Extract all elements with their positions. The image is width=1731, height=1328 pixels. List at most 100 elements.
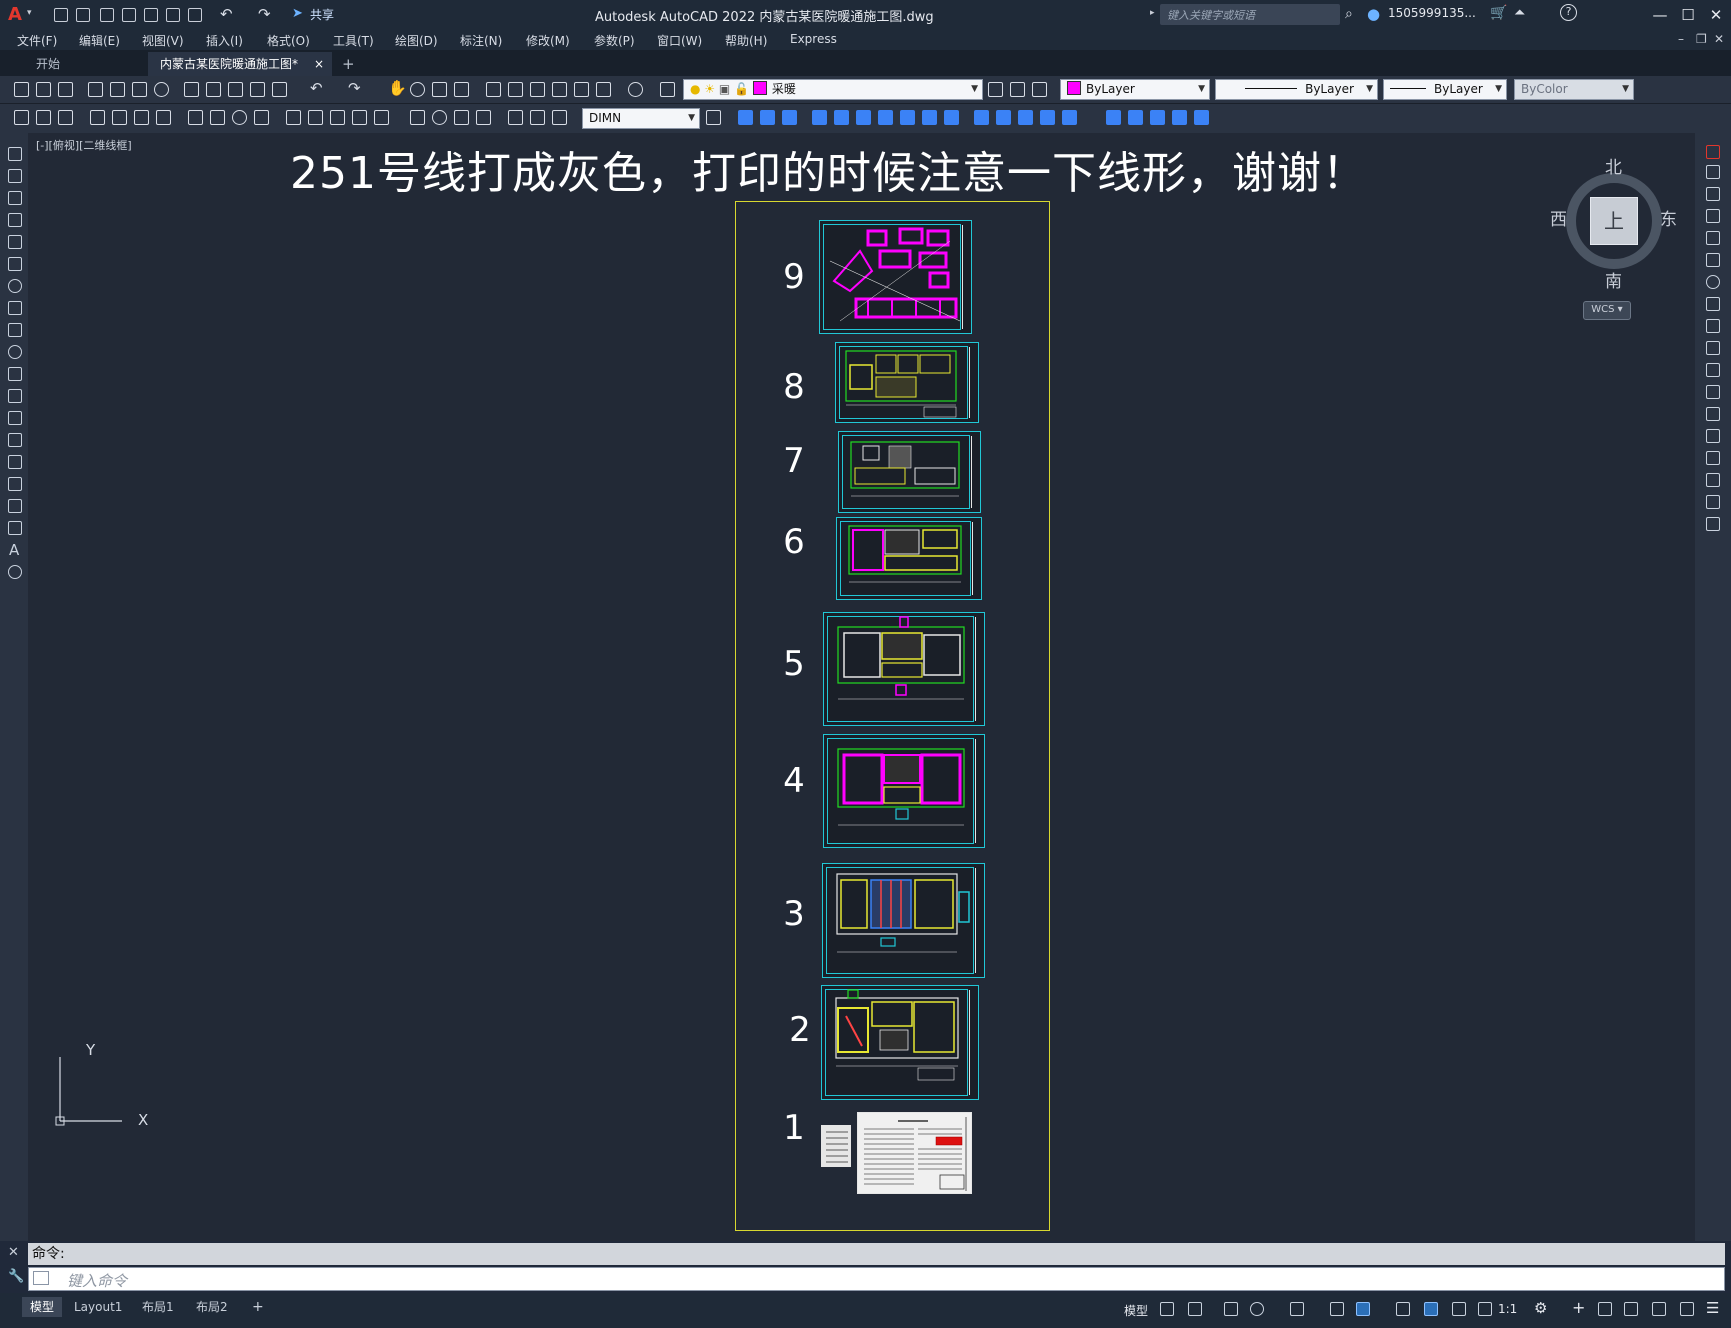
doc-restore-icon[interactable]: ❐ bbox=[1696, 32, 1707, 46]
help-icon[interactable]: ? bbox=[1560, 4, 1577, 21]
drawing-sheet-9[interactable] bbox=[819, 220, 972, 334]
dimension-style-dropdown[interactable]: DIMN ▼ bbox=[582, 108, 700, 129]
user-icon[interactable]: ● bbox=[1367, 5, 1380, 23]
command-close-icon[interactable]: ✕ bbox=[8, 1245, 19, 1260]
new-tab-button[interactable]: + bbox=[330, 52, 367, 76]
baseline-dimension-icon[interactable] bbox=[308, 110, 323, 125]
layer-previous-icon[interactable] bbox=[1010, 82, 1025, 97]
compass-north[interactable]: 北 bbox=[1605, 153, 1622, 178]
menu-format[interactable]: 格式(O) bbox=[267, 32, 310, 49]
layer-states-icon[interactable] bbox=[1032, 82, 1047, 97]
line-icon[interactable] bbox=[8, 147, 22, 161]
join-icon[interactable] bbox=[1706, 429, 1720, 443]
array-icon[interactable] bbox=[1706, 231, 1720, 245]
recent-commands-icon[interactable] bbox=[33, 1271, 49, 1285]
undo-icon[interactable]: ↶ bbox=[220, 5, 233, 23]
ellipse-arc-icon[interactable] bbox=[8, 367, 22, 381]
construction-line-icon[interactable] bbox=[8, 169, 22, 183]
linear-dimension-icon[interactable] bbox=[90, 110, 105, 125]
compass-east[interactable]: 东 bbox=[1660, 205, 1677, 230]
drawing-sheet-3[interactable] bbox=[822, 863, 985, 978]
minimize-window-button[interactable]: — bbox=[1648, 4, 1672, 26]
jogged-linear-icon[interactable] bbox=[476, 110, 491, 125]
text-frame-icon[interactable] bbox=[974, 110, 989, 125]
revision-cloud-icon[interactable] bbox=[8, 301, 22, 315]
annotation-scale-icon[interactable] bbox=[1478, 1302, 1492, 1316]
break-icon[interactable] bbox=[1706, 407, 1720, 421]
mirror-icon[interactable] bbox=[1706, 187, 1720, 201]
circle-icon[interactable] bbox=[8, 279, 22, 293]
drawing-sheet-2[interactable] bbox=[821, 985, 979, 1100]
draw-order-back-icon[interactable] bbox=[760, 110, 775, 125]
compass-south[interactable]: 南 bbox=[1605, 267, 1622, 292]
spline-icon[interactable] bbox=[8, 323, 22, 337]
center-mark-icon[interactable] bbox=[432, 110, 447, 125]
dimension-space-icon[interactable] bbox=[352, 110, 367, 125]
annotation-scale-value[interactable]: 1:1 bbox=[1498, 1302, 1517, 1316]
quickcalc-icon[interactable] bbox=[596, 82, 611, 97]
plotstyle-dropdown[interactable]: ByColor ▼ bbox=[1514, 79, 1634, 100]
extend-icon[interactable] bbox=[1706, 363, 1720, 377]
search-expand-icon[interactable]: ▸ bbox=[1150, 8, 1155, 18]
grid-icon[interactable] bbox=[1160, 1302, 1174, 1316]
share-icon[interactable]: ➤ bbox=[292, 6, 303, 21]
drawing-canvas[interactable]: [-][俯视][二维线框] 251号线打成灰色，打印的时候注意一下线形，谢谢！ … bbox=[28, 133, 1695, 1241]
blend-curves-icon[interactable] bbox=[1706, 495, 1720, 509]
group-edit-icon[interactable] bbox=[856, 110, 871, 125]
rectangle-icon[interactable] bbox=[8, 235, 22, 249]
dimension-text-edit-icon[interactable] bbox=[530, 110, 545, 125]
dimension-update-icon[interactable] bbox=[552, 110, 567, 125]
drawing-sheet-6[interactable] bbox=[836, 517, 982, 600]
xref-icon[interactable] bbox=[1106, 110, 1121, 125]
continue-dimension-icon[interactable] bbox=[330, 110, 345, 125]
new-icon[interactable] bbox=[14, 82, 29, 97]
layout-tab-model[interactable]: 模型 bbox=[22, 1297, 63, 1317]
layout-tab-layout1[interactable]: Layout1 bbox=[66, 1297, 130, 1317]
break-at-point-icon[interactable] bbox=[1706, 385, 1720, 399]
drawing-sheet-8[interactable] bbox=[835, 342, 979, 423]
multiline-text-icon[interactable]: A bbox=[9, 541, 19, 559]
tool-palettes-icon[interactable] bbox=[530, 82, 545, 97]
lock-ui-icon[interactable] bbox=[1652, 1302, 1666, 1316]
copy-icon[interactable] bbox=[206, 82, 221, 97]
tab-start[interactable]: 开始 bbox=[24, 52, 164, 76]
layout-tab-1[interactable]: 布局1 bbox=[134, 1297, 182, 1317]
publish-icon[interactable] bbox=[132, 82, 147, 97]
annotation-visibility-icon[interactable] bbox=[1424, 1302, 1438, 1316]
dimension-style-manager-icon[interactable] bbox=[706, 110, 721, 125]
drawing-sheet-1[interactable] bbox=[857, 1112, 972, 1194]
chamfer-icon[interactable] bbox=[1706, 451, 1720, 465]
share-button[interactable]: 共享 bbox=[310, 6, 334, 23]
object-snap-icon[interactable] bbox=[1356, 1302, 1370, 1316]
region-icon[interactable] bbox=[1040, 110, 1055, 125]
drawing-sheet-7[interactable] bbox=[838, 431, 981, 513]
new-file-icon[interactable] bbox=[54, 8, 68, 22]
drawing-sheet-4[interactable] bbox=[823, 734, 985, 848]
layout-tab-2[interactable]: 布局2 bbox=[188, 1297, 236, 1317]
diameter-dimension-icon[interactable] bbox=[232, 110, 247, 125]
table-icon[interactable] bbox=[8, 521, 22, 535]
add-selected-icon[interactable] bbox=[8, 565, 22, 579]
save-icon[interactable] bbox=[100, 8, 114, 22]
cart-icon[interactable]: 🛒 bbox=[1490, 5, 1507, 21]
menu-tools[interactable]: 工具(T) bbox=[333, 32, 374, 49]
sheet-set-icon[interactable] bbox=[552, 82, 567, 97]
viewport-controls-label[interactable]: [-][俯视][二维线框] bbox=[36, 137, 132, 153]
gradient-icon[interactable] bbox=[8, 477, 22, 491]
user-account-label[interactable]: 1505999135... bbox=[1388, 6, 1476, 20]
menu-modify[interactable]: 修改(M) bbox=[526, 32, 570, 49]
lineweight-toggle-icon[interactable] bbox=[1396, 1302, 1410, 1316]
ellipse-icon[interactable] bbox=[8, 345, 22, 359]
wcs-menu[interactable]: WCS ▾ bbox=[1583, 301, 1631, 320]
ordinate-dimension-icon[interactable] bbox=[156, 110, 171, 125]
menu-edit[interactable]: 编辑(E) bbox=[79, 32, 120, 49]
ungroup-icon[interactable] bbox=[834, 110, 849, 125]
point-icon[interactable] bbox=[8, 433, 22, 447]
revcloud-icon[interactable] bbox=[1018, 110, 1033, 125]
annotation-monitor-icon[interactable]: + bbox=[1572, 1298, 1585, 1317]
angular-dimension-icon[interactable] bbox=[254, 110, 269, 125]
hide-objects-icon[interactable] bbox=[922, 110, 937, 125]
viewcube[interactable]: 上 北 南 东 西 bbox=[1548, 153, 1678, 292]
isolate-icon[interactable] bbox=[900, 110, 915, 125]
attach-icon[interactable] bbox=[1128, 110, 1143, 125]
